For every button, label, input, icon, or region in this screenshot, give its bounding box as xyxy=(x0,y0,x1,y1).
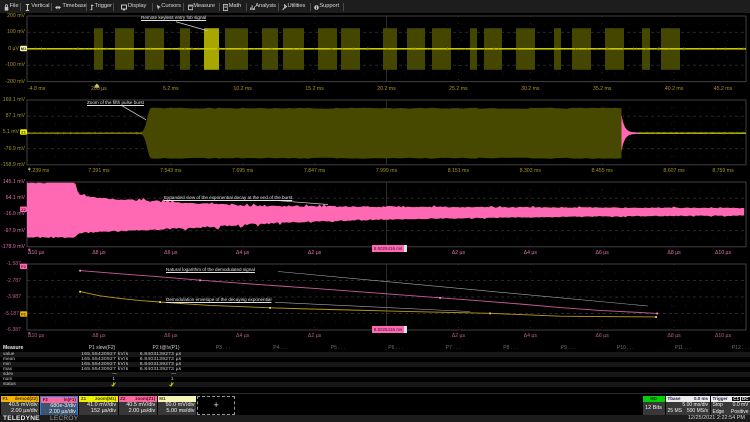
svg-text:Z1: Z1 xyxy=(21,130,26,135)
svg-text:M1: M1 xyxy=(21,46,27,51)
svg-text:F1: F1 xyxy=(21,312,26,317)
svg-text:F2: F2 xyxy=(21,264,26,269)
